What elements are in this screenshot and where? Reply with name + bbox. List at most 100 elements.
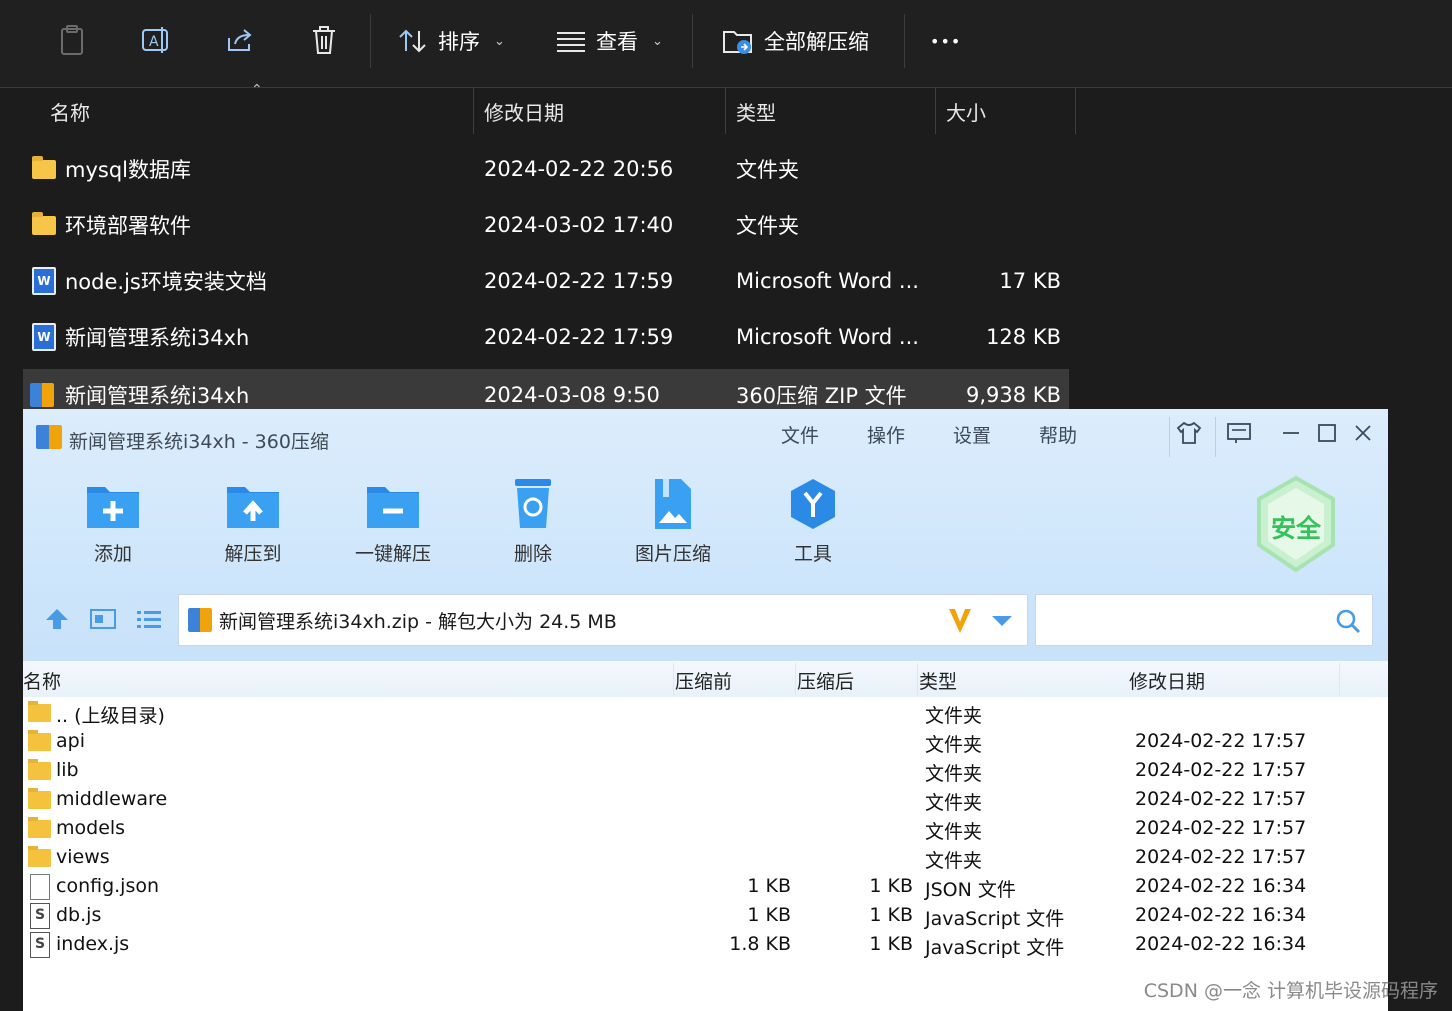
row-name: .. (上级目录) (56, 705, 165, 727)
close-icon[interactable] (1347, 419, 1379, 447)
row-size-after: 1 KB (869, 933, 913, 955)
share-icon[interactable] (222, 22, 258, 58)
archive-row[interactable]: models 文件夹 2024-02-22 17:57 (23, 815, 1388, 844)
file-row[interactable]: W 新闻管理系统i34xh 2024-02-22 17:59 Microsoft… (23, 311, 1069, 363)
search-input[interactable] (1035, 594, 1373, 646)
row-size-before: 1.8 KB (729, 933, 791, 955)
zip360-window: 新闻管理系统i34xh - 360压缩 文件 操作 设置 帮助 添加 解压到 一… (23, 409, 1388, 1011)
row-modified: 2024-02-22 16:34 (1135, 933, 1307, 955)
one-click-extract-icon (365, 477, 421, 531)
extract-folder-icon (723, 31, 752, 54)
file-row[interactable]: 环境部署软件 2024-03-02 17:40 文件夹 (23, 199, 1069, 251)
archive-row[interactable]: config.json 1 KB 1 KB JSON 文件 2024-02-22 16:… (23, 873, 1388, 902)
skin-icon[interactable] (1173, 419, 1205, 447)
archive-row[interactable]: .. (上级目录) 文件夹 (23, 699, 1388, 728)
extract-all-button[interactable]: 全部解压缩 (722, 20, 869, 62)
row-type: JavaScript 文件 (925, 908, 1065, 930)
column-before[interactable]: 压缩前 (675, 667, 732, 694)
archive-row[interactable]: Sdb.js 1 KB 1 KB JavaScript 文件 2024-02-22 16… (23, 902, 1388, 931)
list-view-icon[interactable] (135, 607, 163, 631)
row-size-before: 1 KB (747, 875, 791, 897)
rename-icon[interactable]: A (138, 22, 174, 58)
extract-to-icon (225, 477, 281, 531)
archive-column-header: 名称 压缩前 压缩后 类型 修改日期 (23, 661, 1388, 697)
row-name: db.js (56, 904, 102, 926)
sort-ascending-icon: ⌃ (251, 82, 263, 98)
view-button[interactable]: 查看 ⌄ (556, 20, 663, 62)
image-compress-icon (645, 477, 701, 531)
column-type[interactable]: 类型 (919, 667, 957, 694)
add-button[interactable]: 添加 (53, 477, 173, 577)
more-options-button[interactable]: ••• (930, 20, 961, 62)
tools-icon (785, 477, 841, 531)
row-modified: 2024-02-22 17:57 (1135, 759, 1307, 781)
one-click-extract-button[interactable]: 一键解压 (333, 477, 453, 577)
archive-row[interactable]: api 文件夹 2024-02-22 17:57 (23, 728, 1388, 757)
file-row[interactable]: mysql数据库 2024-02-22 20:56 文件夹 (23, 143, 1069, 195)
delete-icon[interactable] (306, 22, 342, 58)
archive-row[interactable]: views 文件夹 2024-02-22 17:57 (23, 844, 1388, 873)
row-name: config.json (56, 875, 160, 897)
svg-text:A: A (149, 34, 159, 50)
maximize-icon[interactable] (1311, 419, 1343, 447)
feedback-icon[interactable] (1223, 419, 1255, 447)
row-name: views (56, 846, 110, 868)
column-modified[interactable]: 修改日期 (1129, 667, 1205, 694)
menu-file[interactable]: 文件 (781, 421, 819, 448)
zip360-header: 新闻管理系统i34xh - 360压缩 文件 操作 设置 帮助 添加 解压到 一… (23, 409, 1388, 661)
row-size-after: 1 KB (869, 875, 913, 897)
chevron-down-icon: ⌄ (494, 33, 505, 49)
sort-icon (399, 29, 426, 53)
search-icon[interactable] (1334, 607, 1362, 635)
sort-label: 排序 (438, 30, 480, 54)
row-modified: 2024-02-22 17:57 (1135, 730, 1307, 752)
word-doc-icon: W (32, 267, 56, 295)
delete-button[interactable]: 删除 (473, 477, 593, 577)
security-badge: 安全 (1253, 475, 1339, 575)
menu-settings[interactable]: 设置 (953, 421, 991, 448)
tools-button[interactable]: 工具 (753, 477, 873, 577)
paste-icon[interactable] (54, 22, 90, 58)
extract-to-button[interactable]: 解压到 (193, 477, 313, 577)
image-compress-button[interactable]: 图片压缩 (613, 477, 733, 577)
archive-row[interactable]: Sindex.js 1.8 KB 1 KB JavaScript 文件 2024-02-… (23, 931, 1388, 960)
column-name[interactable]: 名称 (23, 667, 61, 694)
row-name: api (56, 730, 85, 752)
archive-row[interactable]: middleware 文件夹 2024-02-22 17:57 (23, 786, 1388, 815)
row-type: 文件夹 (925, 821, 983, 843)
watermark: CSDN @一念 计算机毕设源码程序 (1143, 980, 1438, 1002)
js-file-icon: S (30, 903, 50, 929)
column-size[interactable]: 大小 (935, 88, 1076, 134)
address-bar[interactable]: 新闻管理系统i34xh.zip - 解包大小为 24.5 MB (178, 594, 1028, 646)
row-name: models (56, 817, 126, 839)
app-logo-icon (36, 425, 62, 449)
window-title: 新闻管理系统i34xh - 360压缩 (69, 431, 329, 453)
column-modified[interactable]: 修改日期 (473, 88, 726, 134)
row-name: index.js (56, 933, 130, 955)
column-after[interactable]: 压缩后 (797, 667, 854, 694)
chevron-down-icon: ⌄ (652, 33, 663, 49)
dropdown-arrow-icon[interactable] (991, 613, 1013, 627)
archive-row[interactable]: lib 文件夹 2024-02-22 17:57 (23, 757, 1388, 786)
minimize-icon[interactable] (1275, 419, 1307, 447)
row-type: 文件夹 (925, 792, 983, 814)
up-arrow-icon[interactable] (43, 607, 71, 631)
more-icon: ••• (930, 31, 962, 51)
folder-icon (28, 730, 51, 751)
row-modified: 2024-02-22 16:34 (1135, 904, 1307, 926)
column-type[interactable]: 类型 (725, 88, 936, 134)
column-name[interactable]: 名称 ⌃ (23, 82, 474, 134)
sort-button[interactable]: 排序 ⌄ (398, 20, 505, 62)
v-logo-icon[interactable] (947, 605, 973, 635)
file-icon (30, 874, 50, 900)
row-type: 文件夹 (925, 763, 983, 785)
view-label: 查看 (596, 30, 638, 54)
menu-operate[interactable]: 操作 (867, 421, 905, 448)
menu-help[interactable]: 帮助 (1039, 421, 1077, 448)
folder-icon (28, 846, 51, 867)
extract-all-label: 全部解压缩 (764, 30, 869, 54)
row-type: 文件夹 (925, 734, 983, 756)
file-row[interactable]: W node.js环境安装文档 2024-02-22 17:59 Microso… (23, 255, 1069, 307)
thumbnail-view-icon[interactable] (89, 607, 117, 631)
explorer-column-header: 名称 ⌃ 修改日期 类型 大小 (23, 82, 1076, 138)
